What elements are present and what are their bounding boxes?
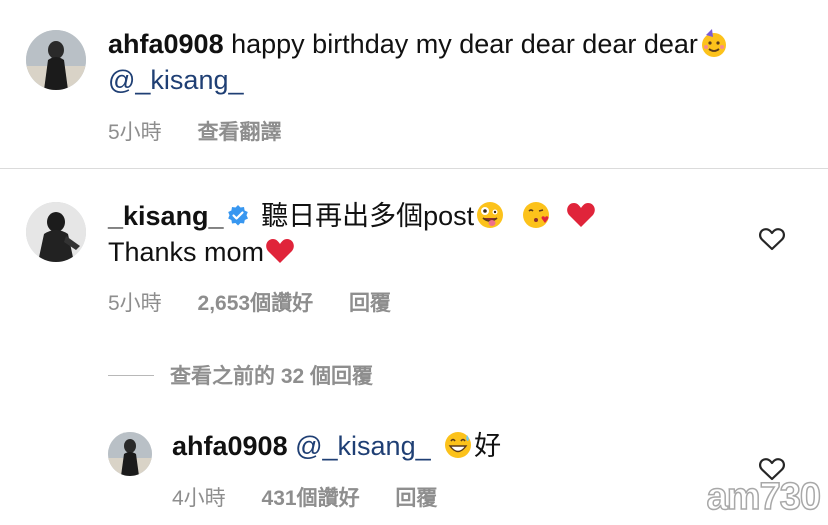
avatar[interactable] [26,30,86,90]
heart-emoji-icon [567,203,595,227]
reply-button[interactable]: 回覆 [395,487,437,510]
verified-badge-icon [227,205,248,226]
likes-count-button[interactable]: 431個讚好 [262,487,360,510]
comment-text-line2: Thanks mom [108,234,296,270]
reply-body: ahfa0908 @_kisang_ 好 [172,428,501,464]
view-replies-label: 查看之前的 32 個回覆 [170,365,374,388]
watermark-logo: am730 [706,475,822,519]
comment-meta: 5小時 查看翻譯 [108,116,312,146]
comment-body: ahfa0908 happy birthday my dear dear dea… [108,26,730,62]
likes-count-button[interactable]: 2,653個讚好 [198,292,314,315]
comment-time: 5小時 [108,292,162,315]
grinning-sweat-emoji-icon [445,432,472,458]
zany-face-emoji-icon [477,202,504,228]
heart-emoji-icon [266,239,294,263]
translate-button[interactable]: 查看翻譯 [198,121,282,144]
divider-line [108,374,154,376]
comment-time: 5小時 [108,121,162,144]
reply-button[interactable]: 回覆 [349,292,391,315]
comment-username[interactable]: ahfa0908 [108,29,224,59]
comment-body: _kisang_ 聽日再出多個post [108,198,597,234]
divider [0,168,828,169]
comment-text: Thanks mom [108,237,265,267]
kissing-face-emoji-icon [522,202,549,228]
reply-text: 好 [474,431,502,461]
like-heart-icon[interactable] [758,226,786,252]
comments-screen: ahfa0908 happy birthday my dear dear dea… [0,0,828,525]
comment-text: 聽日再出多個post [261,201,475,231]
reply-meta: 4小時 431個讚好 回覆 [172,482,467,512]
comment-username[interactable]: _kisang_ [108,201,224,231]
view-previous-replies-button[interactable]: 查看之前的 32 個回覆 [108,360,373,390]
reply-mention[interactable]: @_kisang_ [295,431,431,461]
avatar[interactable] [108,432,152,476]
comment-mention[interactable]: @_kisang_ [108,62,244,98]
comment-meta: 5小時 2,653個讚好 回覆 [108,287,421,317]
reply-username[interactable]: ahfa0908 [172,431,288,461]
comment-text: happy birthday my dear dear dear dear [231,29,698,59]
partying-face-emoji-icon [701,29,726,57]
avatar[interactable] [26,202,86,262]
reply-time: 4小時 [172,487,226,510]
